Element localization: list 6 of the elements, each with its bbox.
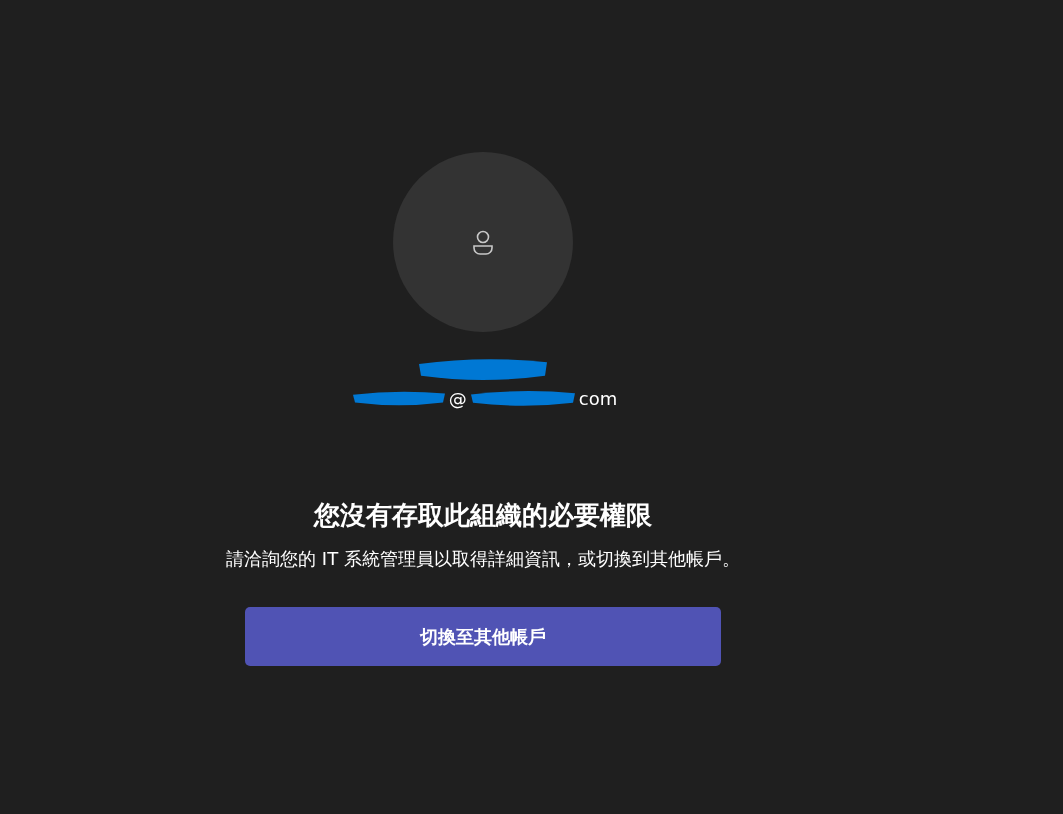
error-description: 請洽詢您的 IT 系統管理員以取得詳細資訊，或切換到其他帳戶。: [226, 547, 740, 571]
error-title: 您沒有存取此組織的必要權限: [314, 499, 652, 532]
email-text: com: [578, 387, 618, 409]
switch-account-button[interactable]: 切換至其他帳戶: [245, 607, 721, 666]
email-text: @: [448, 387, 467, 409]
person-icon: [472, 229, 494, 255]
